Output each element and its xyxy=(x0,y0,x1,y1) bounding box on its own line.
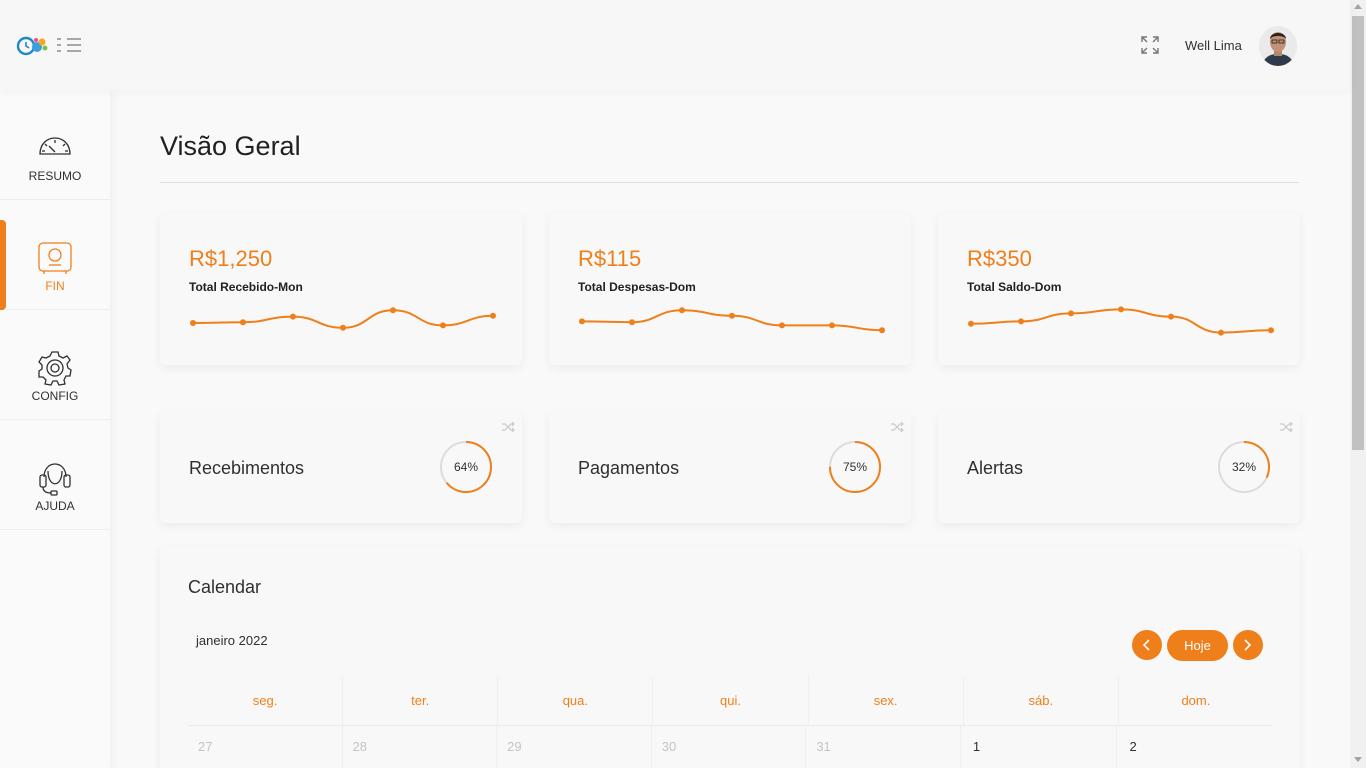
sparkline-point xyxy=(340,324,346,331)
page-scrollbar[interactable] xyxy=(1350,0,1366,768)
chevron-left-icon xyxy=(1142,639,1150,651)
fullscreen-icon[interactable] xyxy=(1141,36,1159,54)
stat-value: R$350 xyxy=(967,246,1032,271)
calendar-card: Calendar janeiro 2022 Hoje seg. ter. qua… xyxy=(160,546,1300,768)
user-avatar[interactable] xyxy=(1259,26,1297,66)
sparkline-chart xyxy=(579,307,885,334)
sparkline-point xyxy=(1268,327,1274,334)
weekday-header: dom. xyxy=(1117,676,1273,725)
weekday-header: sex. xyxy=(807,676,963,725)
headset-icon xyxy=(39,463,71,496)
sidebar-item-label: RESUMO xyxy=(28,169,82,183)
stat-card-despesas: R$115 Total Despesas-Dom xyxy=(549,213,911,365)
calendar-day[interactable]: 1 xyxy=(959,726,1117,768)
progress-percent: 64% xyxy=(453,460,479,474)
scroll-thumb[interactable] xyxy=(1352,16,1364,450)
calendar-title: Calendar xyxy=(188,577,262,597)
scroll-up-arrow[interactable] xyxy=(1354,4,1362,9)
shuffle-icon[interactable] xyxy=(502,421,515,433)
stat-label: Total Saldo-Dom xyxy=(967,280,1062,294)
stat-card-saldo: R$350 Total Saldo-Dom xyxy=(938,213,1300,365)
sparkline-point xyxy=(190,320,196,326)
sparkline-point xyxy=(1218,329,1224,336)
sparkline-line xyxy=(970,308,1272,334)
calendar-day-other-month[interactable]: 29 xyxy=(496,726,651,768)
sparkline-point xyxy=(240,319,246,326)
sparkline-point xyxy=(968,320,974,327)
weekday-header: qua. xyxy=(497,676,652,725)
sidebar-item-label: FIN xyxy=(45,279,65,293)
stat-label: Total Recebido-Mon xyxy=(189,280,303,294)
progress-card-alertas: Alertas 32% xyxy=(938,411,1300,523)
progress-percent: 75% xyxy=(842,460,868,474)
sparkline-point xyxy=(729,312,735,319)
sparkline-chart xyxy=(968,306,1274,336)
calendar-day-other-month[interactable]: 28 xyxy=(341,726,497,768)
sparkline-point xyxy=(1168,313,1174,320)
active-indicator xyxy=(0,220,6,310)
calendar-day-other-month[interactable]: 27 xyxy=(188,726,342,768)
calendar-weekday-row: seg. ter. qua. qui. sex. sáb. dom. xyxy=(188,676,1273,726)
title-divider xyxy=(160,182,1299,183)
progress-label: Recebimentos xyxy=(189,458,305,478)
calendar-today-button[interactable]: Hoje xyxy=(1167,630,1228,661)
sparkline-point xyxy=(490,312,496,319)
menu-toggle-icon[interactable] xyxy=(57,37,81,53)
sidebar-item-label: AJUDA xyxy=(35,499,75,513)
calendar-next-button[interactable] xyxy=(1233,630,1263,660)
app-logo-icon[interactable] xyxy=(15,33,51,59)
sparkline-point xyxy=(829,322,835,329)
gear-icon xyxy=(38,351,72,386)
sidebar-item-label: CONFIG xyxy=(31,389,79,403)
sparkline-point xyxy=(779,322,785,329)
scroll-down-arrow[interactable] xyxy=(1354,757,1362,762)
sidebar: RESUMO FIN CONFIG AJUDA xyxy=(0,90,110,768)
sparkline-point xyxy=(629,319,635,326)
weekday-header: qui. xyxy=(652,676,807,725)
page-title: Visão Geral xyxy=(160,131,301,161)
sidebar-item-config[interactable]: CONFIG xyxy=(0,310,110,420)
calendar-month: janeiro 2022 xyxy=(196,633,268,648)
stat-card-recebido: R$1,250 Total Recebido-Mon xyxy=(160,213,522,365)
sparkline-point xyxy=(440,322,446,329)
progress-label: Alertas xyxy=(967,458,1024,478)
top-bar: Well Lima xyxy=(0,0,1350,90)
sparkline-point xyxy=(879,327,885,334)
calendar-day[interactable]: 2 xyxy=(1116,726,1273,768)
weekday-header: seg. xyxy=(252,693,278,708)
safe-icon xyxy=(38,242,72,274)
sparkline-point xyxy=(1118,306,1124,313)
weekday-header: ter. xyxy=(342,676,497,725)
sparkline-point xyxy=(1018,318,1024,325)
sparkline-point xyxy=(679,307,685,314)
shuffle-icon[interactable] xyxy=(891,421,904,433)
weekday-header: sáb. xyxy=(962,676,1118,725)
calendar-day-other-month[interactable]: 30 xyxy=(650,726,806,768)
progress-card-pagamentos: Pagamentos 75% xyxy=(549,411,911,523)
user-name[interactable]: Well Lima xyxy=(1185,38,1242,53)
calendar-grid: seg. ter. qua. qui. sex. sáb. dom. 27 28… xyxy=(188,676,1273,768)
progress-card-recebimentos: Recebimentos 64% xyxy=(160,411,522,523)
sparkline-point xyxy=(1068,310,1074,317)
sparkline-point xyxy=(290,313,296,320)
calendar-day-other-month[interactable]: 31 xyxy=(805,726,960,768)
sidebar-item-resumo[interactable]: RESUMO xyxy=(0,90,110,200)
sidebar-item-ajuda[interactable]: AJUDA xyxy=(0,420,110,530)
sparkline-point xyxy=(579,318,585,325)
sparkline-chart xyxy=(190,307,496,331)
stat-value: R$1,250 xyxy=(189,246,273,271)
sidebar-item-fin[interactable]: FIN xyxy=(0,200,110,310)
chevron-right-icon xyxy=(1244,639,1252,651)
sparkline-point xyxy=(390,307,396,314)
progress-label: Pagamentos xyxy=(578,458,680,478)
stat-value: R$115 xyxy=(578,246,642,271)
progress-percent: 32% xyxy=(1231,460,1257,474)
calendar-week-row: 27 28 29 30 31 1 2 xyxy=(188,726,1273,768)
speedometer-icon xyxy=(39,137,71,155)
shuffle-icon[interactable] xyxy=(1280,421,1293,433)
calendar-prev-button[interactable] xyxy=(1132,630,1162,660)
stat-label: Total Despesas-Dom xyxy=(578,280,696,294)
